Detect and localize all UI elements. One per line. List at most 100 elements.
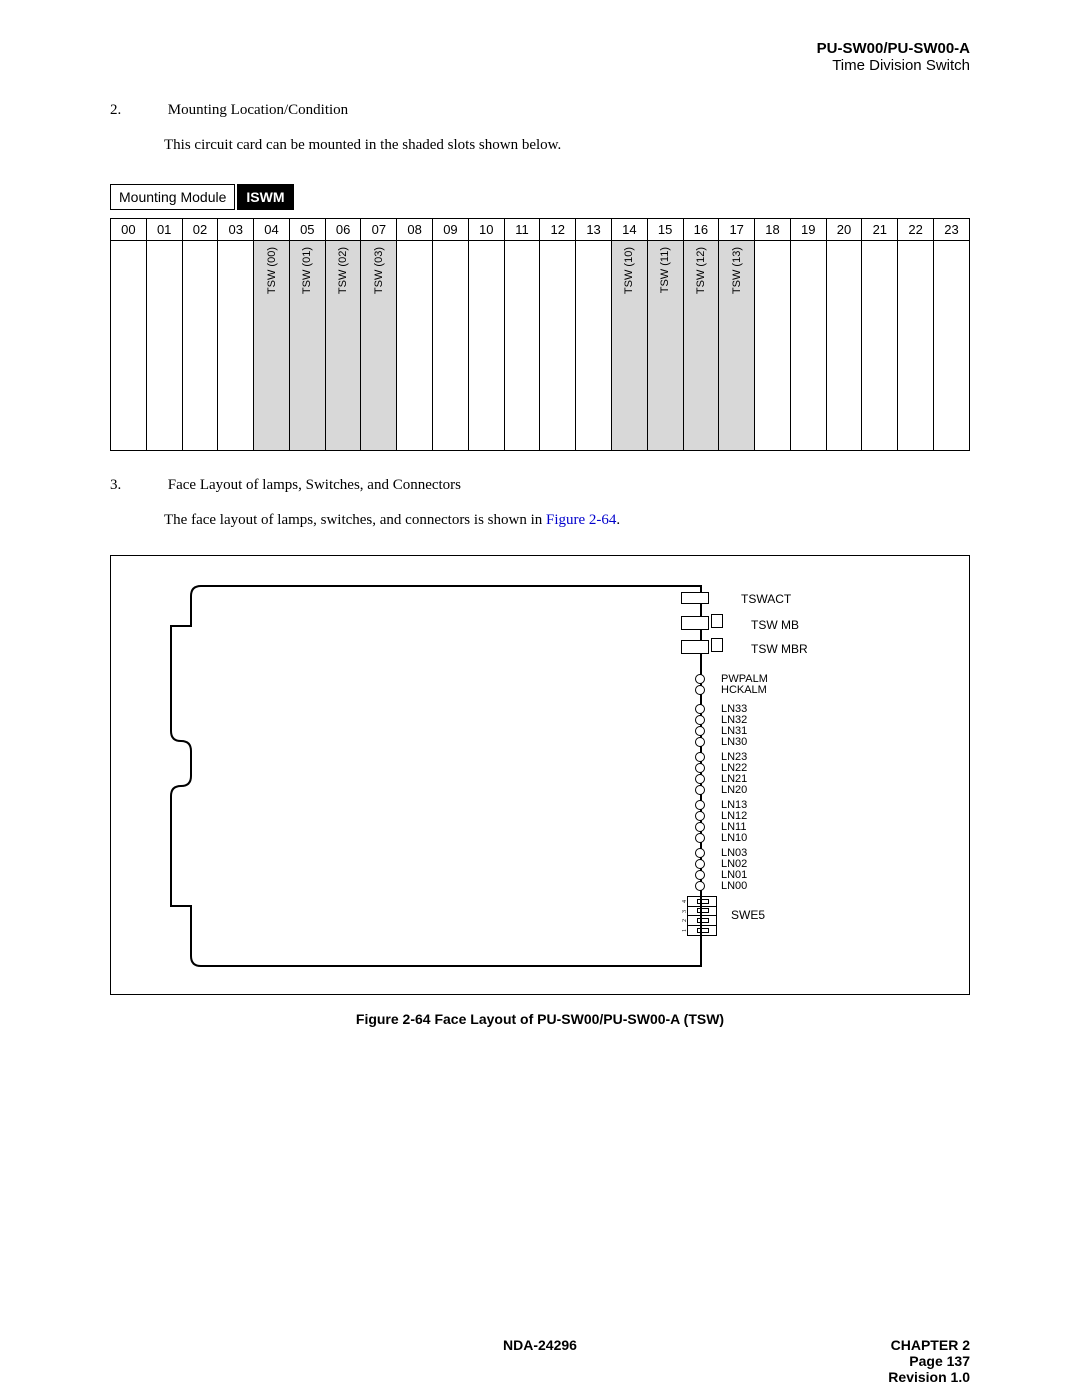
slot-cell: TSW (03) — [361, 241, 397, 451]
slot-cell — [826, 241, 862, 451]
tsw-mbr-label: TSW MBR — [751, 642, 808, 656]
slot-header: 10 — [468, 219, 504, 241]
lamp-hole — [695, 811, 705, 821]
figure-caption: Figure 2-64 Face Layout of PU-SW00/PU-SW… — [110, 1011, 970, 1027]
lamp-label: HCKALM — [721, 684, 767, 696]
slot-header: 01 — [146, 219, 182, 241]
slot-cell — [540, 241, 576, 451]
lamp-label: LN20 — [721, 784, 747, 796]
lamp-hole — [695, 704, 705, 714]
section-title: Face Layout of lamps, Switches, and Conn… — [168, 477, 461, 493]
slot-header: 07 — [361, 219, 397, 241]
lamp-hole — [695, 752, 705, 762]
section-3: 3. Face Layout of lamps, Switches, and C… — [110, 477, 970, 529]
slot-header: 06 — [325, 219, 361, 241]
slot-header: 03 — [218, 219, 254, 241]
doc-subtitle: Time Division Switch — [110, 57, 970, 74]
lamp-hole — [695, 848, 705, 858]
slot-header: 09 — [433, 219, 469, 241]
lamp-hole — [695, 800, 705, 810]
doc-number: NDA-24296 — [503, 1337, 577, 1353]
slot-header: 17 — [719, 219, 755, 241]
slot-header: 05 — [289, 219, 325, 241]
slot-header: 00 — [111, 219, 147, 241]
section-2: 2. Mounting Location/Condition This circ… — [110, 102, 970, 154]
lamp-label: LN30 — [721, 736, 747, 748]
tswact-label: TSWACT — [741, 592, 791, 606]
swe5-switch: 4 3 2 1 — [687, 896, 717, 936]
lamp-hole — [695, 774, 705, 784]
slot-label: TSW (12) — [695, 247, 707, 294]
lamp-hole — [695, 859, 705, 869]
slot-label: TSW (10) — [623, 247, 635, 294]
slot-header: 08 — [397, 219, 433, 241]
tsw-mbr-switch — [711, 638, 723, 652]
slot-cell — [504, 241, 540, 451]
section-paragraph: The face layout of lamps, switches, and … — [164, 512, 970, 529]
doc-model: PU-SW00/PU-SW00-A — [110, 40, 970, 57]
slot-label: TSW (13) — [731, 247, 743, 294]
lamp-hole — [695, 685, 705, 695]
lamp-label: LN10 — [721, 832, 747, 844]
slot-cell — [468, 241, 504, 451]
slot-cell: TSW (00) — [254, 241, 290, 451]
slot-cell — [862, 241, 898, 451]
section-paragraph: This circuit card can be mounted in the … — [164, 137, 970, 154]
lamp-hole — [695, 763, 705, 773]
slot-header: 19 — [790, 219, 826, 241]
slot-header: 13 — [576, 219, 612, 241]
slot-header: 12 — [540, 219, 576, 241]
slot-cell — [898, 241, 934, 451]
slot-cell: TSW (13) — [719, 241, 755, 451]
mounting-module-label: Mounting Module — [110, 184, 235, 210]
slot-cell: TSW (01) — [289, 241, 325, 451]
slot-cell: TSW (10) — [611, 241, 647, 451]
figure-link[interactable]: Figure 2-64 — [546, 512, 616, 528]
slot-header: 18 — [755, 219, 791, 241]
slot-header: 23 — [933, 219, 969, 241]
slot-cell: TSW (11) — [647, 241, 683, 451]
tsw-mbr-base — [681, 640, 709, 654]
slot-label: TSW (01) — [301, 247, 313, 294]
slot-cell — [397, 241, 433, 451]
slot-cell — [933, 241, 969, 451]
tsw-mb-base — [681, 616, 709, 630]
lamp-hole — [695, 726, 705, 736]
slot-header: 16 — [683, 219, 719, 241]
slot-header: 11 — [504, 219, 540, 241]
slot-cell — [576, 241, 612, 451]
slot-cell — [433, 241, 469, 451]
slot-header: 02 — [182, 219, 218, 241]
section-title: Mounting Location/Condition — [168, 102, 348, 118]
page-number: Page 137 — [888, 1353, 970, 1369]
lamp-label: LN00 — [721, 880, 747, 892]
tsw-mb-label: TSW MB — [751, 618, 799, 632]
slot-body-row: TSW (00) TSW (01) TSW (02) TSW (03) TSW (10)… — [111, 241, 970, 451]
slot-header-row: 0001020304050607080910111213141516171819… — [111, 219, 970, 241]
revision-label: Revision 1.0 — [888, 1369, 970, 1385]
slot-label: TSW (00) — [266, 247, 278, 294]
mounting-module-row: Mounting ModuleISWM — [110, 184, 970, 210]
lamp-hole — [695, 785, 705, 795]
slot-header: 04 — [254, 219, 290, 241]
slot-header: 15 — [647, 219, 683, 241]
slot-cell — [218, 241, 254, 451]
swe5-label: SWE5 — [731, 908, 765, 922]
slot-cell — [111, 241, 147, 451]
section-number: 2. — [110, 102, 164, 119]
slot-label: TSW (02) — [337, 247, 349, 294]
figure-box: TSWACT TSW MB TSW MBR 4 3 2 1 SWE5 PWPAL… — [110, 555, 970, 995]
lamp-hole — [695, 737, 705, 747]
slot-cell: TSW (12) — [683, 241, 719, 451]
tsw-mb-switch — [711, 614, 723, 628]
lamp-hole — [695, 870, 705, 880]
slot-cell — [146, 241, 182, 451]
lamp-hole — [695, 833, 705, 843]
chapter-label: CHAPTER 2 — [888, 1337, 970, 1353]
slot-header: 21 — [862, 219, 898, 241]
tswact-lamp — [681, 592, 709, 604]
page-header: PU-SW00/PU-SW00-A Time Division Switch — [110, 40, 970, 74]
slot-header: 20 — [826, 219, 862, 241]
slot-label: TSW (11) — [659, 247, 671, 293]
slot-label: TSW (03) — [373, 247, 385, 294]
